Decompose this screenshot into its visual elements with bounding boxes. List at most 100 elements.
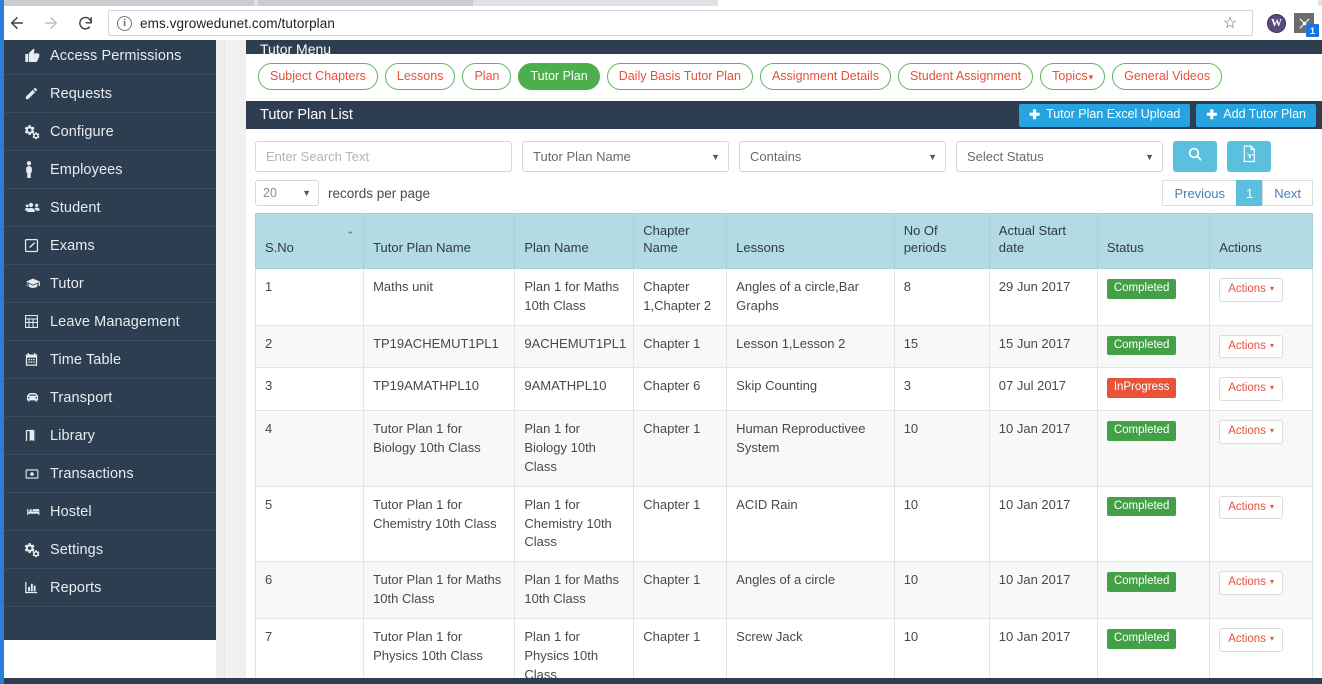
column-header-actual-start-date[interactable]: Actual Start date (989, 214, 1097, 269)
row-plan-name: Plan 1 for Maths 10th Class (515, 562, 634, 619)
back-icon[interactable] (0, 6, 34, 40)
tab-label: General Videos (1124, 69, 1210, 83)
row-plan-name: Plan 1 for Chemistry 10th Class (515, 486, 634, 562)
tab-label: Student Assignment (910, 69, 1021, 83)
row-lessons: Skip Counting (727, 368, 895, 411)
sidebar-item-access-permissions[interactable]: Access Permissions (4, 40, 216, 75)
table-row[interactable]: 7Tutor Plan 1 for Physics 10th ClassPlan… (256, 618, 1313, 684)
row-actions-cell: Actions▾ (1210, 368, 1313, 411)
calendar-icon (24, 352, 50, 367)
address-bar-url: ems.vgrowedunet.com/tutorplan (140, 16, 335, 31)
window-left-accent-bar (0, 0, 4, 684)
table-body: 1Maths unitPlan 1 for Maths 10th ClassCh… (256, 269, 1313, 684)
table-row[interactable]: 1Maths unitPlan 1 for Maths 10th ClassCh… (256, 269, 1313, 326)
search-input[interactable]: Enter Search Text (255, 141, 512, 172)
actions-dropdown-button[interactable]: Actions ▾ (1219, 571, 1283, 595)
row-chapter-name: Chapter 1 (634, 486, 727, 562)
actions-label: Actions (1228, 340, 1266, 353)
actions-dropdown-button[interactable]: Actions▾ (1219, 420, 1283, 444)
tab-topics[interactable]: Topics▾ (1040, 63, 1105, 90)
add-tutor-plan-button[interactable]: ✚ Add Tutor Plan (1196, 104, 1316, 127)
column-header-no-of-periods[interactable]: No Of periods (894, 214, 989, 269)
column-header-status[interactable]: Status (1097, 214, 1209, 269)
sidebar-item-label: Requests (50, 86, 112, 102)
sidebar-item-library[interactable]: Library (4, 417, 216, 455)
sidebar-item-time-table[interactable]: Time Table (4, 341, 216, 379)
sidebar-item-transactions[interactable]: Transactions (4, 455, 216, 493)
actions-dropdown-button[interactable]: Actions ▾ (1219, 335, 1283, 359)
actions-dropdown-button[interactable]: Actions▾ (1219, 496, 1283, 520)
tab-student-assignment[interactable]: Student Assignment (898, 63, 1033, 90)
column-header-plan-name[interactable]: Plan Name (515, 214, 634, 269)
sidebar-item-leave-management[interactable]: Leave Management (4, 303, 216, 341)
sidebar-item-label: Transactions (50, 466, 134, 482)
table-row[interactable]: 3TP19AMATHPL109AMATHPL10Chapter 6Skip Co… (256, 368, 1313, 411)
column-header-sno[interactable]: S.No⌃ (256, 214, 364, 269)
actions-dropdown-button[interactable]: Actions▾ (1219, 278, 1283, 302)
address-bar[interactable]: i ems.vgrowedunet.com/tutorplan ☆ (108, 10, 1253, 36)
star-icon[interactable]: ☆ (1216, 10, 1244, 36)
sidebar-item-settings[interactable]: Settings (4, 531, 216, 569)
row-lessons: Angles of a circle (727, 562, 895, 619)
table-row[interactable]: 4Tutor Plan 1 for Biology 10th ClassPlan… (256, 411, 1313, 487)
sidebar-item-hostel[interactable]: Hostel (4, 493, 216, 531)
column-header-chapter-name[interactable]: Chapter Name (634, 214, 727, 269)
status-badge: Completed (1107, 279, 1177, 299)
row-status-cell: Completed (1097, 411, 1209, 487)
table-header-row: S.No⌃ Tutor Plan Name Plan Name Chapter … (256, 214, 1313, 269)
actions-label: Actions (1228, 576, 1266, 589)
field-select[interactable]: Tutor Plan Name ▼ (522, 141, 729, 172)
screenshot-extension-icon[interactable]: 1 (1294, 13, 1314, 33)
actions-label: Actions (1228, 283, 1266, 296)
tab-tutor-plan[interactable]: Tutor Plan (518, 63, 599, 90)
chevron-down-icon: ▾ (1270, 342, 1274, 351)
wordpress-extension-icon[interactable]: W (1267, 14, 1286, 33)
tab-assignment-details[interactable]: Assignment Details (760, 63, 891, 90)
row-actions-cell: Actions▾ (1210, 269, 1313, 326)
plus-icon: ✚ (1029, 108, 1040, 122)
tab-daily-basis-tutor-plan[interactable]: Daily Basis Tutor Plan (607, 63, 753, 90)
status-select[interactable]: Select Status ▼ (956, 141, 1163, 172)
table-row[interactable]: 2TP19ACHEMUT1PL19ACHEMUT1PL1Chapter 1Les… (256, 325, 1313, 368)
sidebar-item-requests[interactable]: Requests (4, 75, 216, 113)
pagination-next[interactable]: Next (1262, 180, 1313, 206)
chevron-down-icon: ▾ (1270, 427, 1274, 436)
sidebar-item-employees[interactable]: Employees (4, 151, 216, 189)
row-sno: 7 (256, 618, 364, 684)
pagination-previous[interactable]: Previous (1162, 180, 1237, 206)
actions-dropdown-button[interactable]: Actions▾ (1219, 628, 1283, 652)
row-chapter-name: Chapter 1,Chapter 2 (634, 269, 727, 326)
sidebar-item-transport[interactable]: Transport (4, 379, 216, 417)
table-row[interactable]: 5Tutor Plan 1 for Chemistry 10th ClassPl… (256, 486, 1313, 562)
tab-plan[interactable]: Plan (462, 63, 511, 90)
search-button[interactable] (1173, 141, 1217, 172)
window-scrollbar-track[interactable] (224, 40, 239, 684)
sidebar-item-exams[interactable]: Exams (4, 227, 216, 265)
gears-icon (24, 541, 50, 558)
tab-subject-chapters[interactable]: Subject Chapters (258, 63, 378, 90)
row-actual-start-date: 10 Jan 2017 (989, 486, 1097, 562)
forward-icon[interactable] (34, 6, 68, 40)
sidebar-item-student[interactable]: Student (4, 189, 216, 227)
row-no-of-periods: 10 (894, 486, 989, 562)
actions-dropdown-button[interactable]: Actions▾ (1219, 377, 1283, 401)
tutor-plan-excel-upload-button[interactable]: ✚ Tutor Plan Excel Upload (1019, 104, 1190, 127)
chevron-down-icon: ▼ (1145, 152, 1154, 162)
pagination-page-1[interactable]: 1 (1236, 180, 1263, 206)
records-per-page-select[interactable]: 20 ▼ (255, 180, 319, 206)
table-row[interactable]: 6Tutor Plan 1 for Maths 10th ClassPlan 1… (256, 562, 1313, 619)
chevron-down-icon: ▾ (1270, 578, 1274, 587)
export-pdf-button[interactable] (1227, 141, 1271, 172)
tab-general-videos[interactable]: General Videos (1112, 63, 1222, 90)
sidebar-item-reports[interactable]: Reports (4, 569, 216, 607)
tab-lessons[interactable]: Lessons (385, 63, 456, 90)
row-chapter-name: Chapter 1 (634, 618, 727, 684)
sidebar-item-tutor[interactable]: Tutor (4, 265, 216, 303)
sidebar-item-configure[interactable]: Configure (4, 113, 216, 151)
site-info-icon[interactable]: i (117, 16, 132, 31)
reload-icon[interactable] (68, 6, 102, 40)
operator-select[interactable]: Contains ▼ (739, 141, 946, 172)
row-sno: 6 (256, 562, 364, 619)
column-header-lessons[interactable]: Lessons (727, 214, 895, 269)
column-header-tutor-plan-name[interactable]: Tutor Plan Name (364, 214, 515, 269)
